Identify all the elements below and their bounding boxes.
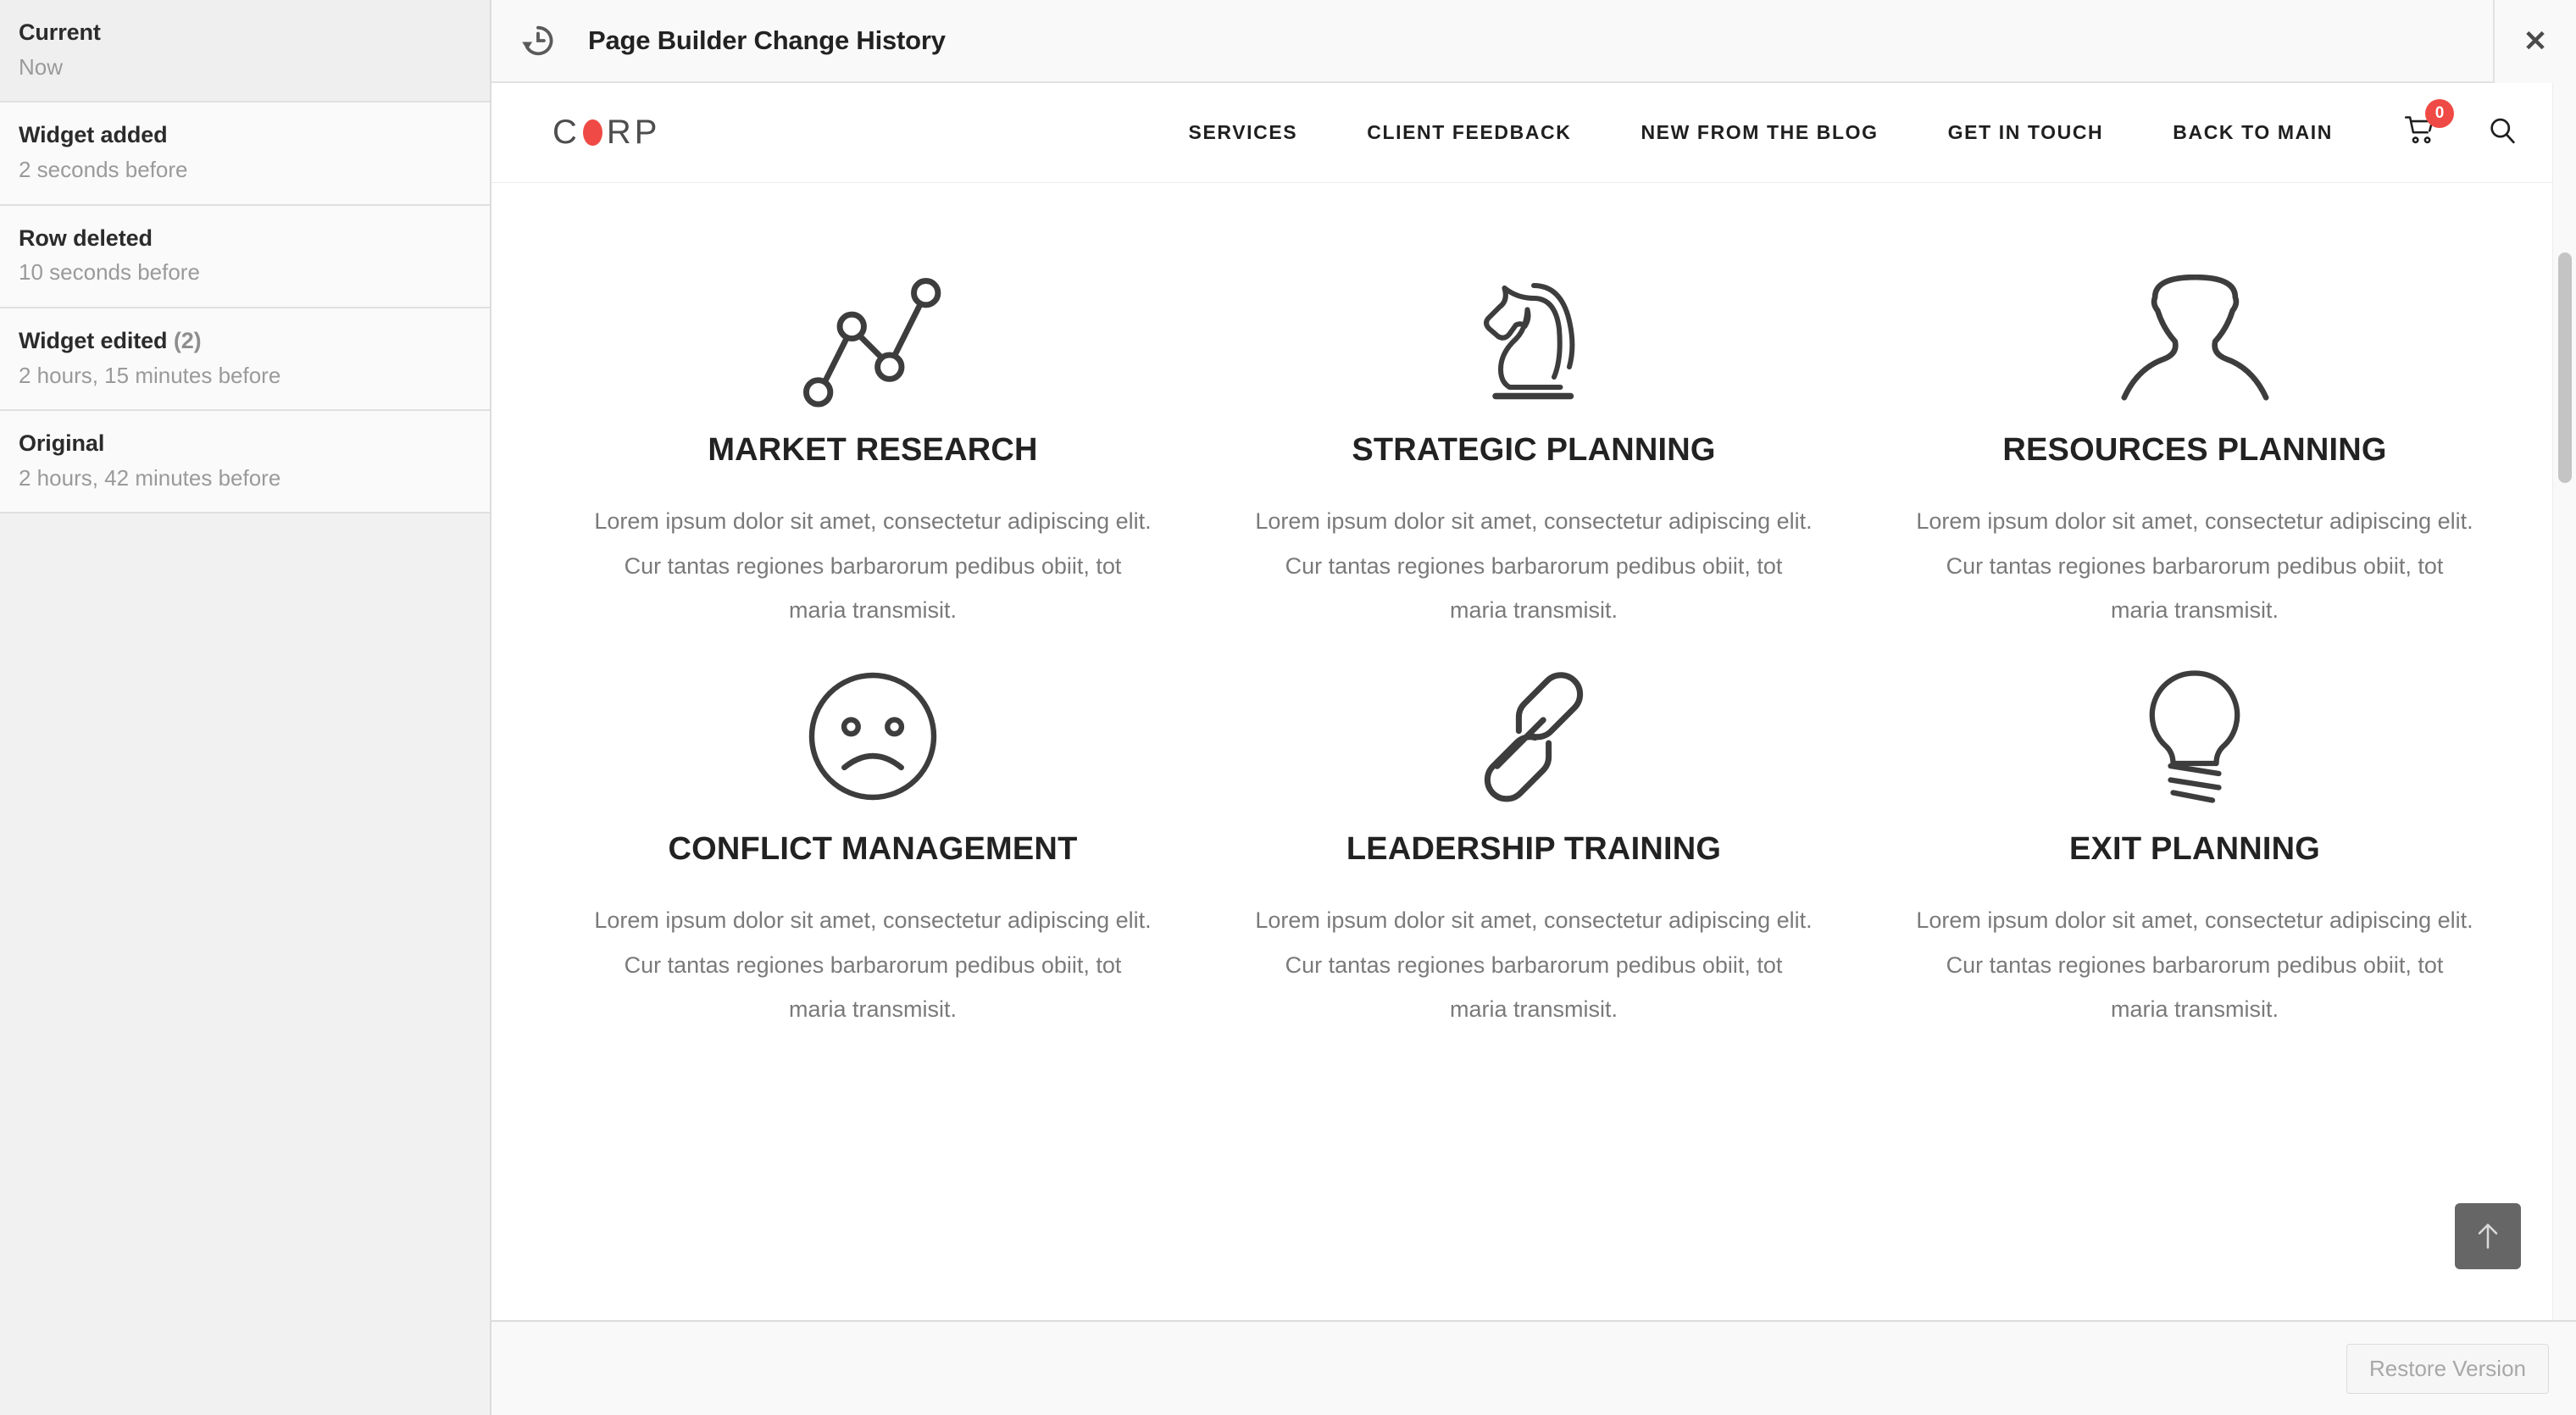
service-title: LEADERSHIP TRAINING — [1346, 830, 1722, 867]
service-body: Lorem ipsum dolor sit amet, consectetur … — [594, 907, 1152, 1023]
sad-face-icon — [593, 663, 1152, 811]
modal-topbar: Page Builder Change History ✕ — [491, 0, 2576, 83]
close-icon: ✕ — [2523, 25, 2548, 58]
history-item-title-text: Widget edited — [19, 327, 168, 353]
service-title: CONFLICT MANAGEMENT — [668, 830, 1078, 867]
history-item-time: 10 seconds before — [19, 259, 200, 286]
nav-link-services[interactable]: SERVICES — [1154, 121, 1333, 144]
service-body: Lorem ipsum dolor sit amet, consectetur … — [1916, 508, 2473, 624]
service-title: STRATEGIC PLANNING — [1352, 432, 1716, 468]
cart-count-badge: 0 — [2425, 99, 2454, 128]
site-nav-links: SERVICES CLIENT FEEDBACK NEW FROM THE BL… — [1154, 99, 2517, 151]
chess-knight-icon — [1254, 264, 1813, 412]
service-card-leadership-training: LEADERSHIP TRAINING Lorem ipsum dolor si… — [1203, 633, 1864, 1032]
history-item-time: Now — [19, 53, 64, 80]
preview-scrollbar-thumb[interactable] — [2558, 252, 2572, 483]
service-body: Lorem ipsum dolor sit amet, consectetur … — [1916, 907, 2473, 1023]
change-history-modal: Current Now Widget added 2 seconds befor… — [0, 0, 2576, 1415]
history-restore-icon — [519, 21, 558, 60]
page-title: Page Builder Change History — [588, 25, 946, 55]
history-item-title: Original — [19, 430, 105, 456]
history-item-time: 2 hours, 42 minutes before — [19, 464, 281, 491]
history-item-title: Row deleted — [19, 225, 153, 251]
history-item-original[interactable]: Original 2 hours, 42 minutes before — [0, 411, 490, 514]
site-navbar: C RP SERVICES CLIENT FEEDBACK NEW FROM T… — [491, 83, 2576, 183]
history-item-current[interactable]: Current Now — [0, 0, 490, 103]
cart-button[interactable]: 0 — [2403, 99, 2454, 151]
history-item-widget-added[interactable]: Widget added 2 seconds before — [0, 103, 490, 206]
service-title: MARKET RESEARCH — [708, 432, 1038, 468]
nav-link-client-feedback[interactable]: CLIENT FEEDBACK — [1332, 121, 1606, 144]
search-icon — [2490, 118, 2515, 144]
nav-link-back-to-main[interactable]: BACK TO MAIN — [2138, 121, 2368, 144]
person-silhouette-icon — [1915, 264, 2474, 412]
service-card-strategic-planning: STRATEGIC PLANNING Lorem ipsum dolor sit… — [1203, 234, 1864, 633]
logo-text-after: RP — [606, 114, 661, 151]
service-card-conflict-management: CONFLICT MANAGEMENT Lorem ipsum dolor si… — [542, 633, 1203, 1032]
service-card-exit-planning: EXIT PLANNING Lorem ipsum dolor sit amet… — [1864, 633, 2525, 1032]
services-grid: MARKET RESEARCH Lorem ipsum dolor sit am… — [491, 183, 2576, 1032]
history-item-row-deleted[interactable]: Row deleted 10 seconds before — [0, 205, 490, 308]
service-title: EXIT PLANNING — [2068, 830, 2321, 867]
nav-link-new-from-the-blog[interactable]: NEW FROM THE BLOG — [1606, 121, 1913, 144]
service-body: Lorem ipsum dolor sit amet, consectetur … — [1255, 907, 1813, 1023]
modal-footer: Restore Version — [491, 1322, 2576, 1415]
preview-scrollbar[interactable] — [2552, 83, 2576, 1320]
line-chart-icon — [593, 264, 1152, 412]
history-item-count: (2) — [173, 327, 202, 353]
lightbulb-icon — [1915, 663, 2474, 811]
preview-pane: Page Builder Change History ✕ C RP SERVI… — [491, 0, 2576, 1415]
service-title: RESOURCES PLANNING — [2002, 432, 2387, 468]
close-button[interactable]: ✕ — [2493, 0, 2576, 83]
logo-dot-icon — [582, 119, 602, 146]
logo-text-before: C — [552, 114, 580, 151]
search-button[interactable] — [2488, 116, 2517, 149]
history-sidebar: Current Now Widget added 2 seconds befor… — [0, 0, 491, 1415]
service-body: Lorem ipsum dolor sit amet, consectetur … — [594, 508, 1152, 624]
scroll-to-top-button[interactable] — [2455, 1203, 2521, 1269]
service-card-resources-planning: RESOURCES PLANNING Lorem ipsum dolor sit… — [1864, 234, 2525, 633]
arrow-up-icon — [2478, 1224, 2498, 1249]
service-card-market-research: MARKET RESEARCH Lorem ipsum dolor sit am… — [542, 234, 1203, 633]
site-logo[interactable]: C RP — [552, 114, 660, 152]
history-item-widget-edited[interactable]: Widget edited (2) 2 hours, 15 minutes be… — [0, 308, 490, 411]
site-preview: C RP SERVICES CLIENT FEEDBACK NEW FROM T… — [491, 83, 2576, 1322]
restore-version-button[interactable]: Restore Version — [2346, 1343, 2549, 1394]
history-item-time: 2 hours, 15 minutes before — [19, 362, 281, 388]
nav-link-get-in-touch[interactable]: GET IN TOUCH — [1913, 121, 2139, 144]
chain-link-icon — [1254, 663, 1813, 811]
history-item-title: Current — [19, 19, 101, 45]
history-item-time: 2 seconds before — [19, 157, 188, 182]
history-item-title: Widget edited (2) — [19, 327, 471, 356]
service-body: Lorem ipsum dolor sit amet, consectetur … — [1255, 508, 1813, 624]
history-item-title: Widget added — [19, 122, 168, 148]
